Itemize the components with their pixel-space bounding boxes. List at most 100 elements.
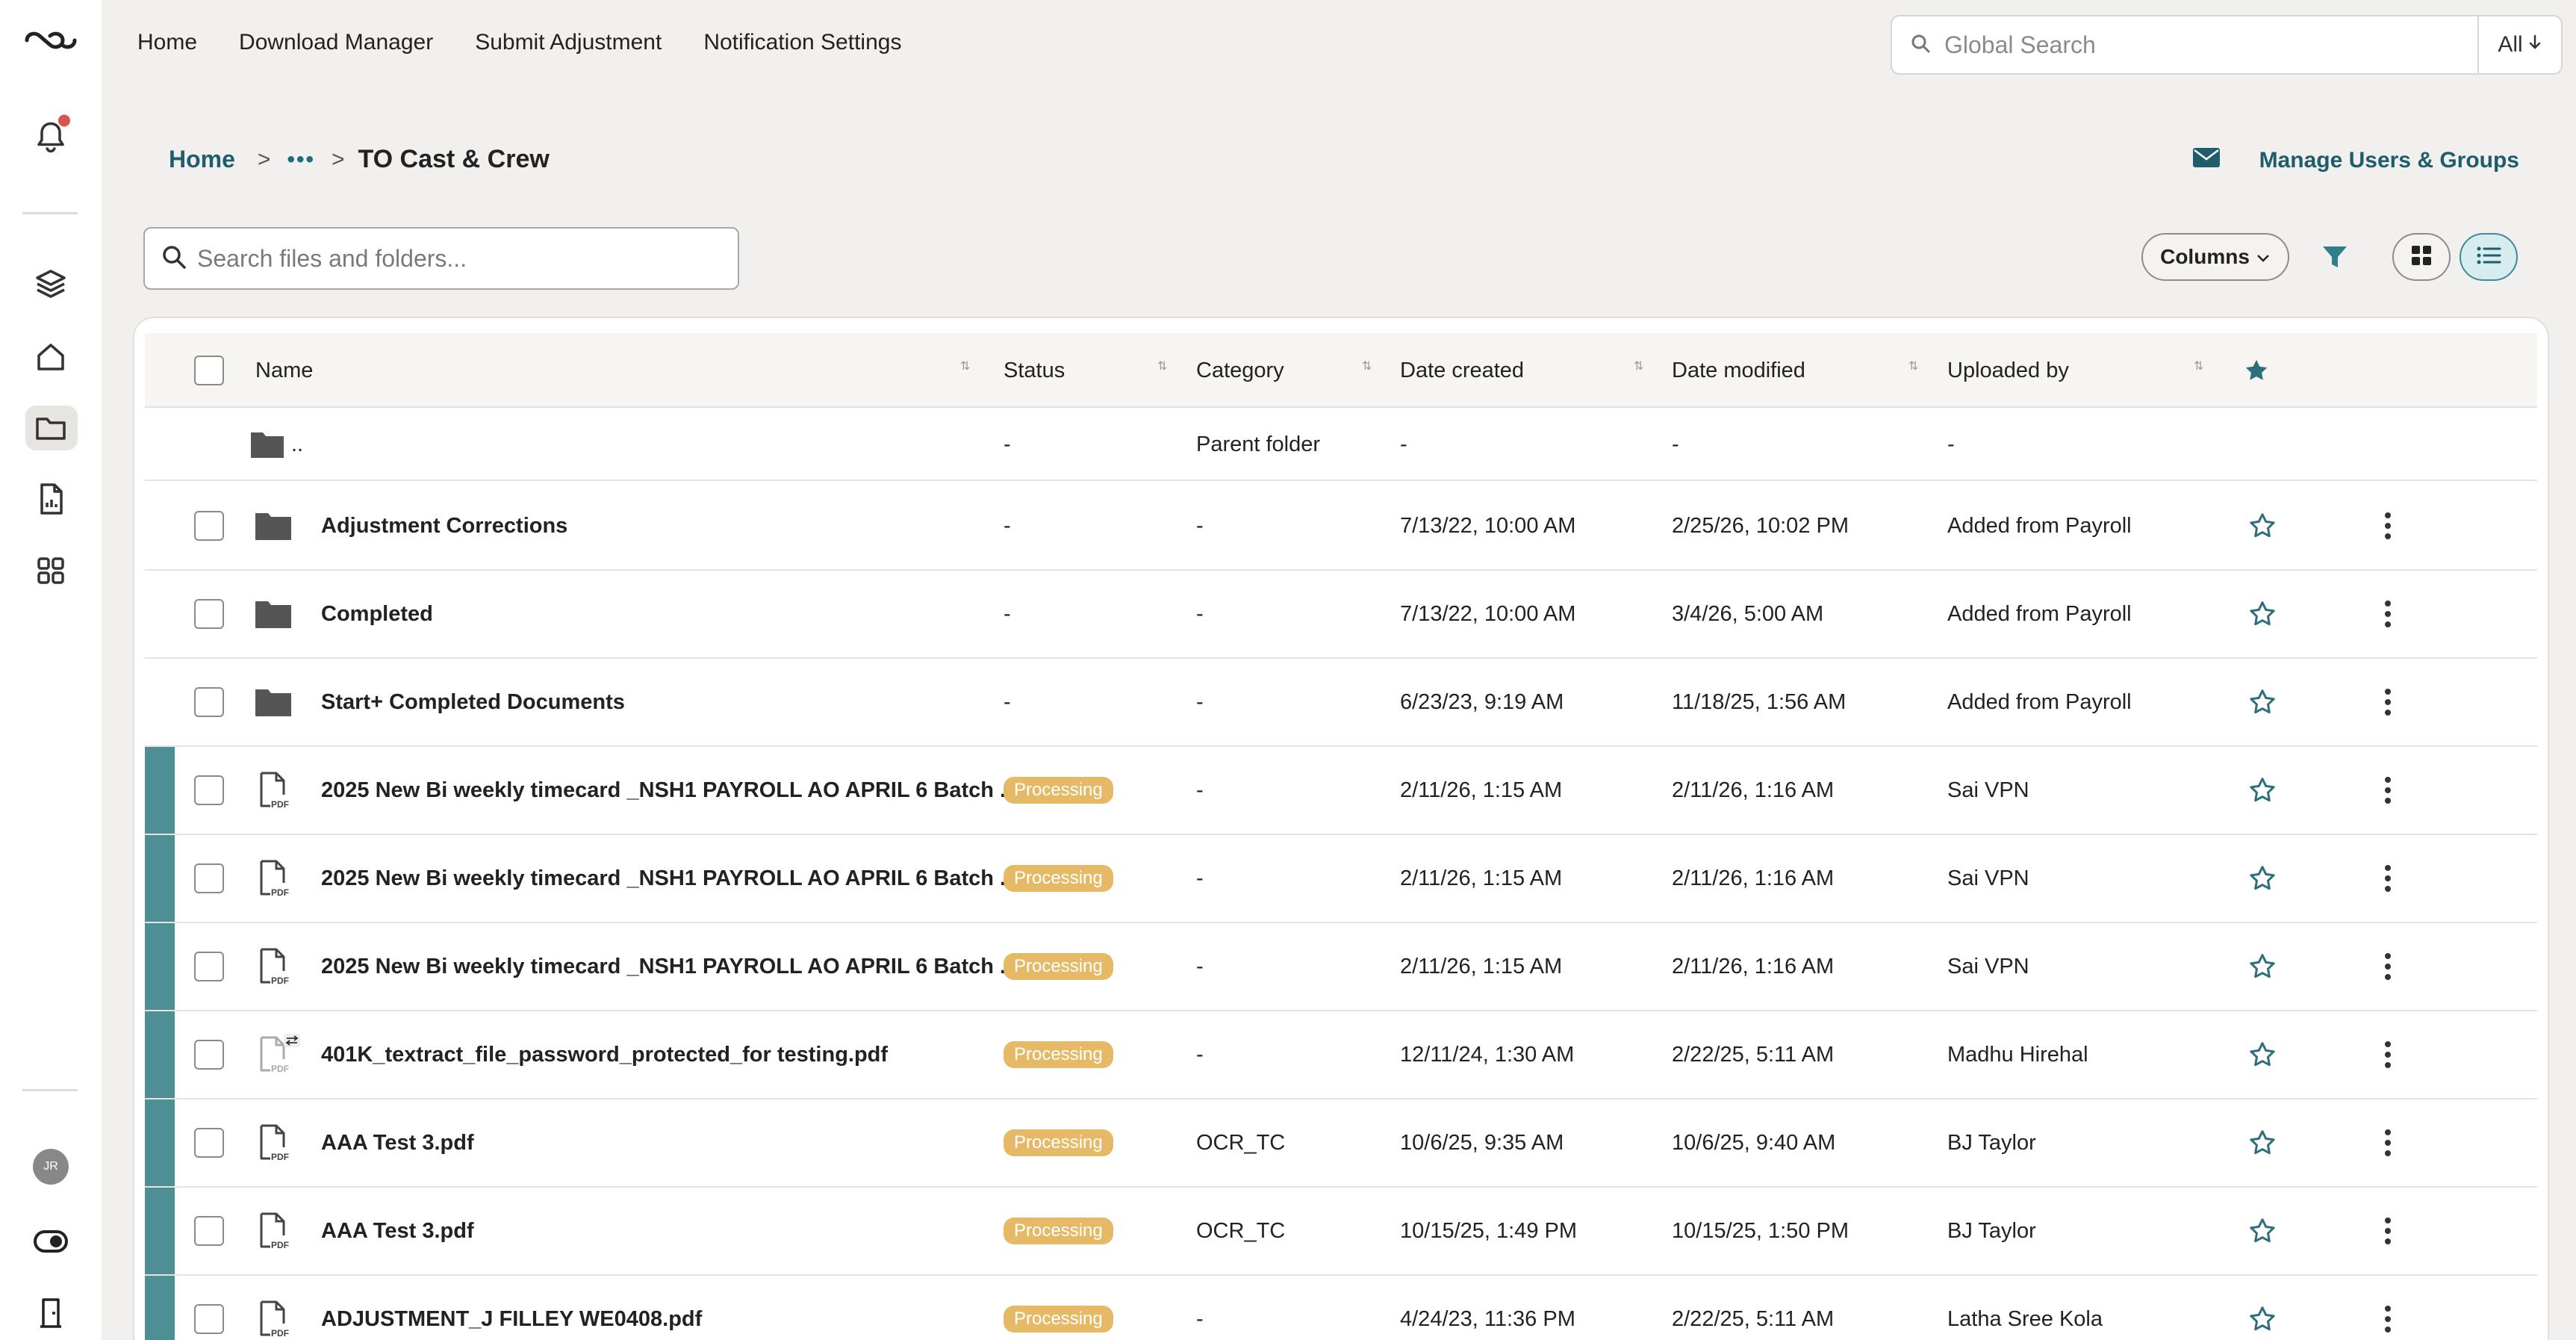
table-row[interactable]: Adjustment Corrections - - 7/13/22, 10:00 A… <box>145 483 2537 571</box>
row-checkbox[interactable] <box>194 775 224 805</box>
kebab-icon[interactable] <box>2385 923 2391 1010</box>
global-search-input[interactable] <box>1944 16 2477 73</box>
folder-icon[interactable] <box>34 413 67 443</box>
col-header-name[interactable]: Name <box>255 333 313 408</box>
kebab-icon[interactable] <box>2385 483 2391 569</box>
toggle-icon[interactable] <box>33 1229 69 1253</box>
nav-notification-settings[interactable]: Notification Settings <box>703 30 901 55</box>
search-scope-dropdown[interactable]: All <box>2477 16 2561 73</box>
exit-icon[interactable] <box>36 1297 66 1330</box>
file-name[interactable]: 2025 New Bi weekly timecard _NSH1 PAYROL… <box>321 747 1018 834</box>
svg-text:PDF: PDF <box>271 975 289 986</box>
file-name[interactable]: AAA Test 3.pdf <box>321 1099 474 1186</box>
nav-submit-adjustment[interactable]: Submit Adjustment <box>475 30 662 55</box>
kebab-icon[interactable] <box>2385 747 2391 834</box>
table-row[interactable]: PDF AAA Test 3.pdf Processing OCR_TC 10/6/25… <box>145 1099 2537 1188</box>
row-checkbox[interactable] <box>194 1304 224 1334</box>
file-name[interactable]: ADJUSTMENT_J FILLEY WE0408.pdf <box>321 1276 702 1340</box>
table-row-parent[interactable]: .. - Parent folder - - - <box>145 409 2537 481</box>
star-icon[interactable] <box>2247 483 2277 569</box>
star-icon[interactable] <box>2247 747 2277 834</box>
star-icon[interactable] <box>2247 571 2277 657</box>
file-name[interactable]: Completed <box>321 571 433 657</box>
folder-icon <box>249 409 285 480</box>
report-icon[interactable] <box>36 482 66 516</box>
favorites-header-star-icon[interactable] <box>2243 333 2270 408</box>
table-row[interactable]: Completed - - 7/13/22, 10:00 AM 3/4/26, 5:00… <box>145 571 2537 659</box>
sort-icon[interactable]: ⇅ <box>1362 359 1372 373</box>
grid-view-button[interactable] <box>2392 233 2451 281</box>
file-name[interactable]: 2025 New Bi weekly timecard _NSH1 PAYROL… <box>321 835 1018 922</box>
pdf-icon: PDF <box>257 835 290 922</box>
bell-icon[interactable] <box>36 114 70 158</box>
row-checkbox[interactable] <box>194 687 224 717</box>
home-icon[interactable] <box>34 341 67 373</box>
row-checkbox[interactable] <box>194 952 224 981</box>
parent-status: - <box>1004 432 1011 456</box>
table-row[interactable]: PDF 2025 New Bi weekly timecard _NSH1 PAY… <box>145 747 2537 835</box>
col-header-category[interactable]: Category <box>1196 333 1284 408</box>
date-created-text: 7/13/22, 10:00 AM <box>1400 601 1576 626</box>
file-name[interactable]: Adjustment Corrections <box>321 483 567 569</box>
envelope-icon[interactable] <box>2192 146 2221 175</box>
col-header-uploaded-by[interactable]: Uploaded by <box>1947 333 2069 408</box>
columns-button[interactable]: Columns <box>2141 233 2289 281</box>
table-row[interactable]: PDF AAA Test 3.pdf Processing OCR_TC 10/15/2… <box>145 1188 2537 1276</box>
sort-icon[interactable]: ⇅ <box>960 359 970 373</box>
table-row[interactable]: PDF 401K_textract_file_password_protected… <box>145 1011 2537 1099</box>
file-search-input[interactable] <box>197 244 738 273</box>
logo-icon[interactable] <box>24 28 78 53</box>
nav-home[interactable]: Home <box>137 30 197 55</box>
manage-users-label[interactable]: Manage Users & Groups <box>2259 148 2519 173</box>
file-name[interactable]: 2025 New Bi weekly timecard _NSH1 PAYROL… <box>321 923 1018 1010</box>
file-name[interactable]: 401K_textract_file_password_protected_fo… <box>321 1011 888 1098</box>
row-checkbox[interactable] <box>194 1128 224 1158</box>
col-header-date-modified[interactable]: Date modified <box>1672 333 1805 408</box>
star-icon[interactable] <box>2247 1276 2277 1340</box>
sort-icon[interactable]: ⇅ <box>2194 359 2203 373</box>
file-name[interactable]: Start+ Completed Documents <box>321 659 625 745</box>
star-icon[interactable] <box>2247 659 2277 745</box>
kebab-icon[interactable] <box>2385 835 2391 922</box>
breadcrumb-home[interactable]: Home <box>169 146 235 173</box>
select-all-checkbox[interactable] <box>194 356 224 385</box>
kebab-icon[interactable] <box>2385 1011 2391 1098</box>
parent-name[interactable]: .. <box>291 409 303 480</box>
manage-users-groups[interactable]: Manage Users & Groups <box>2192 146 2519 175</box>
star-icon[interactable] <box>2247 1011 2277 1098</box>
col-header-status[interactable]: Status <box>1004 333 1065 408</box>
table-row[interactable]: PDF 2025 New Bi weekly timecard _NSH1 PAY… <box>145 923 2537 1011</box>
status-cell: Processing <box>1004 835 1113 922</box>
kebab-icon[interactable] <box>2385 659 2391 745</box>
row-checkbox[interactable] <box>194 863 224 893</box>
star-icon[interactable] <box>2247 923 2277 1010</box>
kebab-icon[interactable] <box>2385 1099 2391 1186</box>
table-row[interactable]: Start+ Completed Documents - - 6/23/23, 9:1… <box>145 659 2537 747</box>
table-row[interactable]: PDF 2025 New Bi weekly timecard _NSH1 PAY… <box>145 835 2537 923</box>
layers-icon[interactable] <box>34 267 67 300</box>
row-checkbox[interactable] <box>194 599 224 629</box>
kebab-icon[interactable] <box>2385 1188 2391 1274</box>
star-icon[interactable] <box>2247 1188 2277 1274</box>
row-checkbox[interactable] <box>194 511 224 541</box>
apps-icon[interactable] <box>36 556 66 586</box>
file-name[interactable]: AAA Test 3.pdf <box>321 1188 474 1274</box>
sort-icon[interactable]: ⇅ <box>1634 359 1643 373</box>
star-icon[interactable] <box>2247 835 2277 922</box>
breadcrumb-ellipsis[interactable]: ••• <box>287 147 315 173</box>
nav-download-manager[interactable]: Download Manager <box>239 30 433 55</box>
star-icon[interactable] <box>2247 1099 2277 1186</box>
avatar[interactable]: JR <box>33 1149 69 1185</box>
list-view-button[interactable] <box>2460 233 2518 281</box>
uploaded-by-text: Added from Payroll <box>1947 513 2132 538</box>
col-header-date-created[interactable]: Date created <box>1400 333 1524 408</box>
file-table: Name ⇅ Status ⇅ Category ⇅ Date created … <box>133 317 2549 1340</box>
kebab-icon[interactable] <box>2385 571 2391 657</box>
filter-icon[interactable] <box>2316 238 2353 276</box>
sort-icon[interactable]: ⇅ <box>1157 359 1167 373</box>
table-row[interactable]: PDF ADJUSTMENT_J FILLEY WE0408.pdf Process… <box>145 1276 2537 1340</box>
kebab-icon[interactable] <box>2385 1276 2391 1340</box>
row-checkbox[interactable] <box>194 1216 224 1246</box>
sort-icon[interactable]: ⇅ <box>1908 359 1918 373</box>
row-checkbox[interactable] <box>194 1040 224 1070</box>
